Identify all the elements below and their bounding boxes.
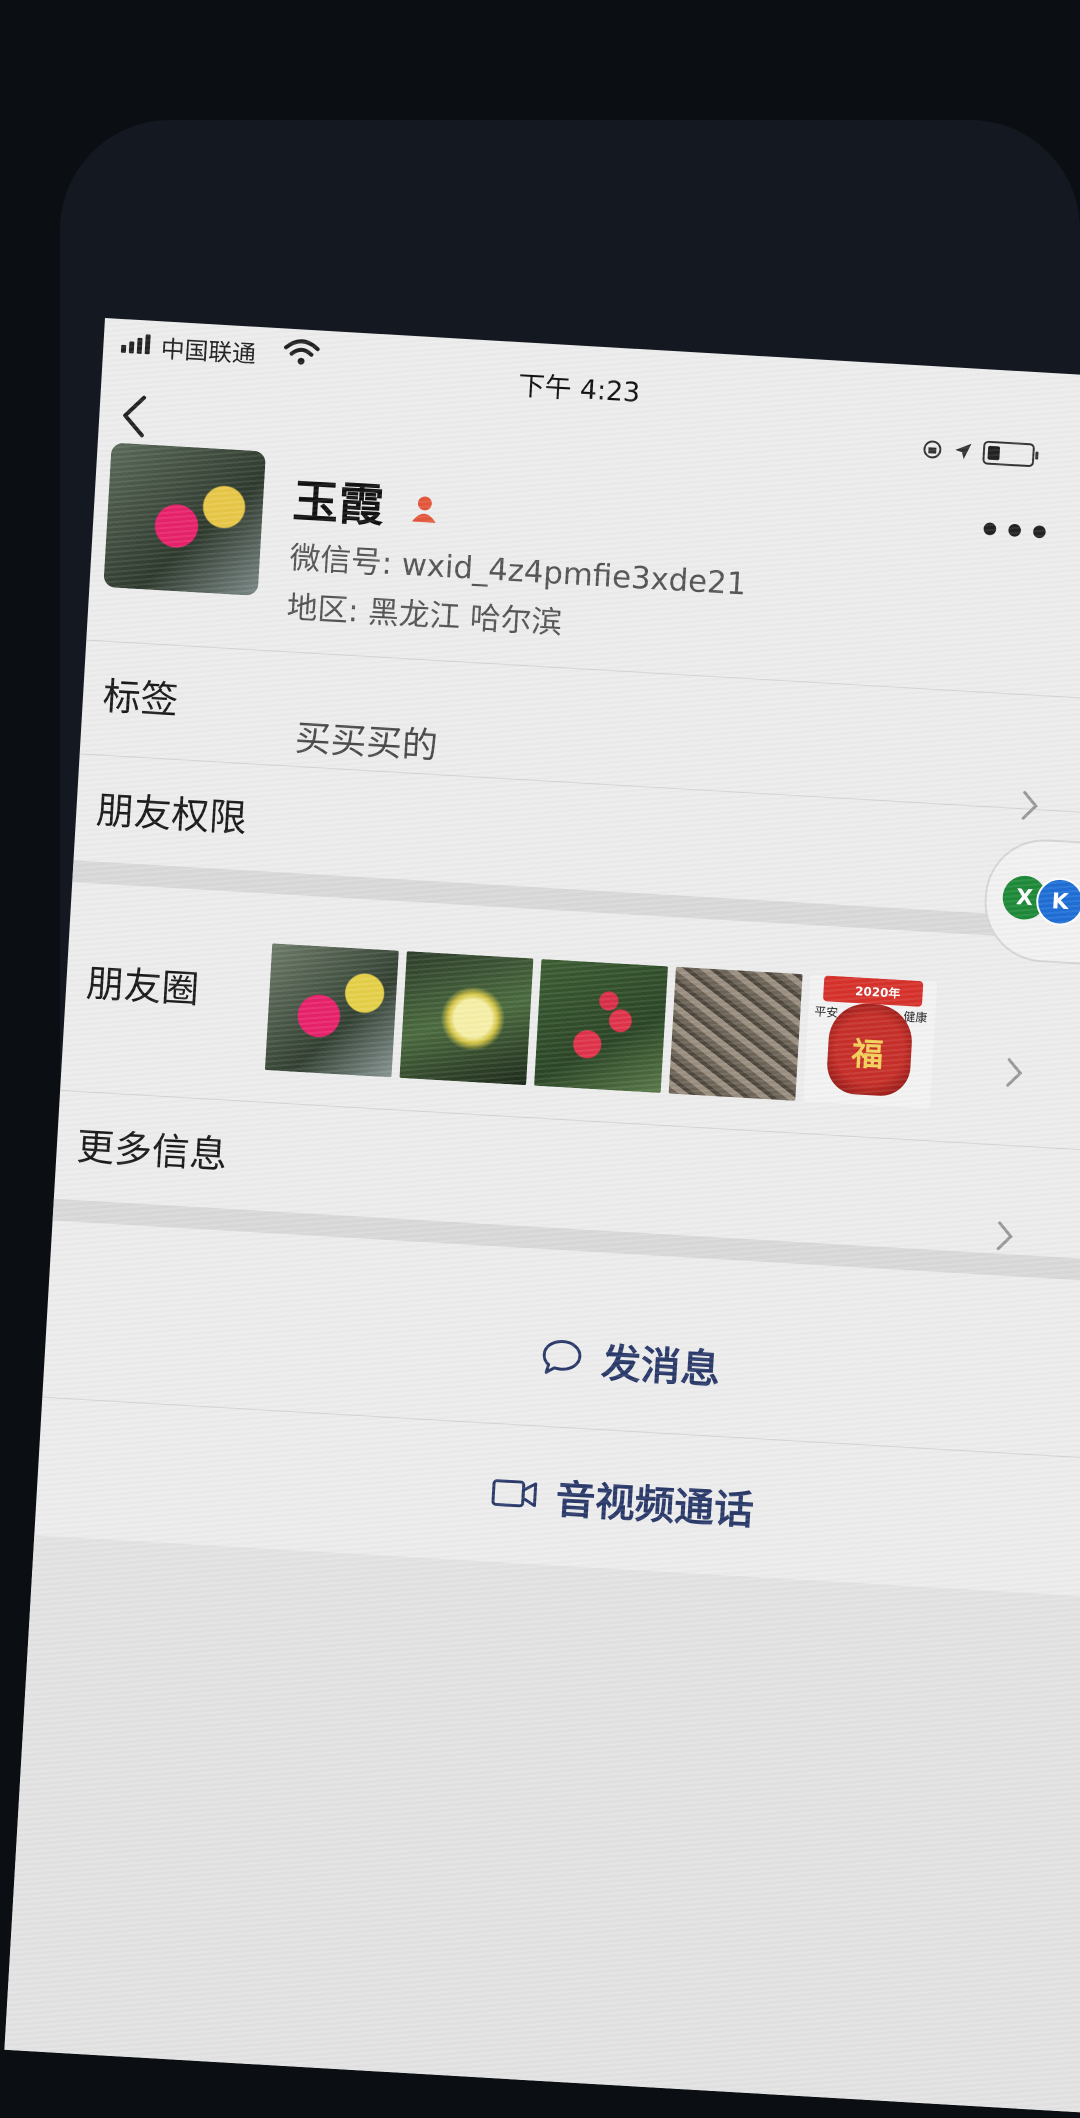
avatar[interactable] — [103, 442, 267, 596]
thumbnail-fu-character: 福 — [850, 1034, 885, 1075]
chevron-right-icon[interactable] — [1003, 1055, 1025, 1090]
tags-value[interactable]: 买买买的 — [294, 709, 440, 769]
location-icon — [955, 443, 972, 460]
moment-thumbnail[interactable] — [668, 966, 803, 1101]
friend-permissions-label[interactable]: 朋友权限 — [95, 779, 249, 842]
phone-screen: 中国联通 下午 4:23 ••• 玉霞 微信号: wxid_4z4pmfie3x… — [4, 318, 1080, 2118]
status-icons — [921, 437, 1036, 468]
bottom-background — [4, 1535, 1080, 2118]
region: 地区: 黑龙江 哈尔滨 — [285, 589, 564, 642]
chat-bubble-icon — [542, 1340, 582, 1374]
moments-thumbnails[interactable]: 2020年 平安 健康 福 — [264, 943, 938, 1109]
status-time: 下午 4:23 — [517, 370, 641, 409]
chevron-right-icon[interactable] — [1019, 788, 1041, 823]
contact-name: 玉霞 — [291, 473, 386, 533]
chevron-right-icon[interactable] — [994, 1219, 1016, 1254]
moments-label[interactable]: 朋友圈 — [85, 952, 201, 1013]
signal-icon — [120, 333, 151, 355]
divider — [86, 639, 1080, 709]
send-message-label: 发消息 — [599, 1340, 722, 1394]
more-dots-icon[interactable]: ••• — [977, 510, 1054, 555]
carrier-name: 中国联通 — [159, 335, 257, 369]
moment-thumbnail[interactable] — [399, 951, 534, 1086]
video-call-label: 音视频通话 — [554, 1477, 755, 1535]
section-gap — [52, 1198, 1080, 1289]
back-icon[interactable] — [114, 388, 157, 444]
tags-label[interactable]: 标签 — [102, 666, 180, 725]
thumbnail-year: 2020年 — [854, 984, 901, 1001]
moment-thumbnail[interactable] — [534, 958, 669, 1094]
floating-window-bubble[interactable]: X K — [981, 836, 1080, 971]
moment-thumbnail[interactable] — [264, 943, 399, 1078]
rotation-lock-icon — [923, 440, 942, 459]
more-info-label[interactable]: 更多信息 — [75, 1116, 229, 1179]
person-badge-icon — [411, 496, 436, 523]
moment-thumbnail[interactable]: 2020年 平安 健康 福 — [803, 974, 938, 1109]
wifi-icon — [284, 339, 320, 365]
battery-icon — [982, 440, 1036, 468]
section-gap — [72, 860, 1080, 950]
video-camera-icon — [491, 1479, 538, 1508]
